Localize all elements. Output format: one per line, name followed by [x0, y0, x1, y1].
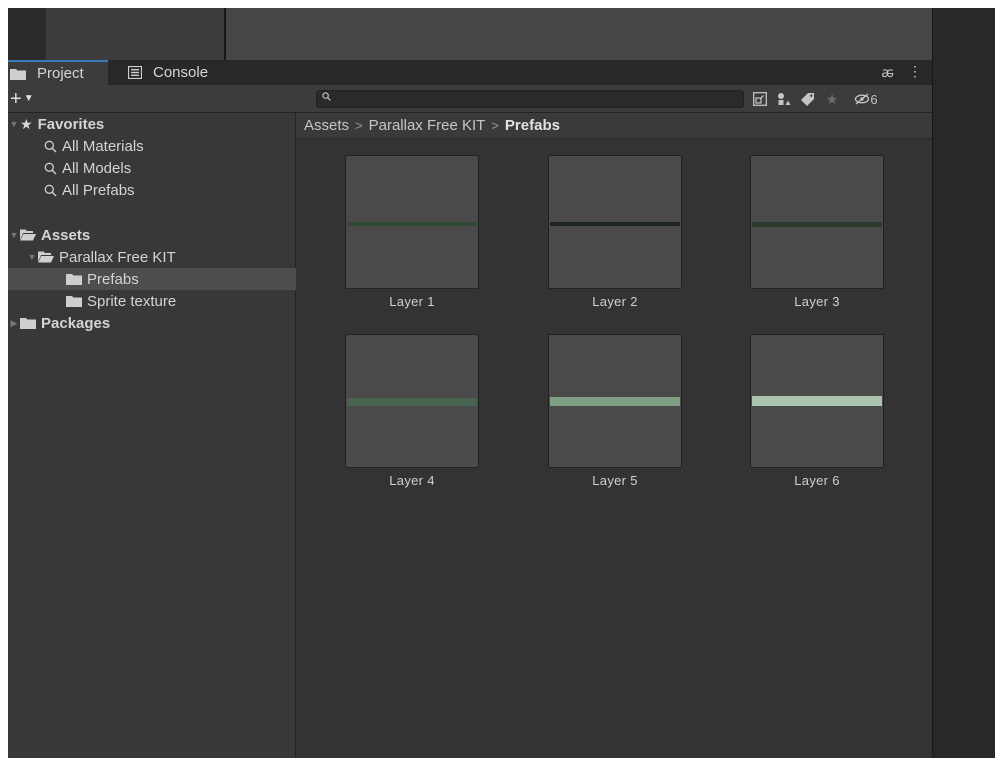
folder-icon [66, 295, 82, 307]
asset-tile-layer-1[interactable]: Layer 1 [345, 155, 479, 309]
search-icon [44, 140, 57, 153]
kebab-menu-icon[interactable]: ⋮ [908, 63, 922, 82]
layer-preview-strip [550, 222, 680, 226]
tree-item-label: Packages [41, 314, 111, 332]
asset-label: Layer 2 [592, 294, 638, 309]
asset-thumbnail [345, 155, 479, 289]
tree-item-label: Parallax Free KIT [59, 248, 176, 266]
folder-icon [10, 68, 26, 80]
create-asset-button[interactable]: + ▼ [10, 88, 34, 110]
breadcrumb: Assets > Parallax Free KIT > Prefabs [296, 113, 932, 139]
asset-label: Layer 5 [592, 473, 638, 488]
asset-tile-layer-3[interactable]: Layer 3 [750, 155, 884, 309]
asset-tile-layer-6[interactable]: Layer 6 [750, 334, 884, 488]
expand-arrow-icon[interactable]: ▼ [8, 230, 20, 240]
expand-arrow-icon[interactable]: ▶ [8, 318, 20, 329]
asset-label: Layer 6 [794, 473, 840, 488]
chevron-right-icon: > [491, 118, 499, 133]
star-icon: ★ [825, 90, 839, 107]
asset-thumbnail [750, 155, 884, 289]
plus-icon: + [10, 88, 22, 110]
top-hierarchy-pane [46, 8, 224, 60]
tab-project[interactable]: Project [8, 60, 108, 85]
open-folder-icon [38, 251, 54, 263]
asset-label: Layer 1 [389, 294, 435, 309]
folder-icon [20, 317, 36, 329]
layer-preview-strip [752, 396, 882, 406]
editor-frame: Project Console ꬱ ⋮ + ▼ ★ 6 ▼ ★ Favorite… [8, 8, 995, 758]
search-scope-icon [753, 92, 767, 106]
favorites-filter-button[interactable]: ★ [820, 89, 844, 109]
filter-by-type-button[interactable] [772, 89, 796, 109]
tree-item-label: All Prefabs [62, 181, 135, 199]
inspector-pane [932, 8, 995, 758]
asset-browser: Assets > Parallax Free KIT > Prefabs Lay… [296, 113, 932, 758]
asset-thumbnail [345, 334, 479, 468]
chevron-right-icon: > [355, 118, 363, 133]
asset-thumbnail [548, 334, 682, 468]
expand-arrow-icon[interactable]: ▼ [26, 252, 38, 262]
tab-console[interactable]: Console [120, 60, 230, 85]
scene-view-pane[interactable] [226, 8, 932, 60]
tree-item-label: Prefabs [87, 270, 139, 288]
search-icon [44, 162, 57, 175]
shapes-icon [778, 93, 791, 105]
tree-item-all-prefabs[interactable]: All Prefabs [8, 179, 331, 201]
asset-tile-layer-2[interactable]: Layer 2 [548, 155, 682, 309]
breadcrumb-item[interactable]: Assets [304, 117, 349, 134]
tree-item-label: Favorites [37, 115, 105, 133]
tree-item-assets[interactable]: ▼ Assets [8, 224, 295, 246]
tree-item-parallax-free-kit[interactable]: ▼ Parallax Free KIT [8, 246, 313, 268]
search-icon [322, 92, 331, 104]
breadcrumb-item[interactable]: Parallax Free KIT [369, 117, 486, 134]
toolbar-filters: ★ 6 [748, 89, 888, 109]
tab-label: Console [153, 64, 209, 81]
tab-label: Project [37, 65, 84, 82]
project-panel: Project Console ꬱ ⋮ + ▼ ★ 6 ▼ ★ Favorite… [8, 60, 932, 758]
search-icon [44, 184, 57, 197]
asset-thumbnail [750, 334, 884, 468]
tree-item-label: Assets [41, 226, 91, 244]
chevron-down-icon: ▼ [23, 93, 34, 104]
top-left-pane [8, 8, 46, 60]
layer-preview-strip [347, 398, 477, 406]
asset-label: Layer 3 [794, 294, 840, 309]
tab-bar: Project Console ꬱ ⋮ [8, 60, 932, 85]
tree-item-label: All Materials [62, 137, 144, 155]
asset-thumbnail [548, 155, 682, 289]
eye-slash-icon [855, 93, 870, 105]
layer-preview-strip [550, 397, 680, 406]
hidden-packages-toggle[interactable]: 6 [844, 89, 888, 109]
folder-tree: ▼ ★ Favorites All Materials All Models A… [8, 113, 353, 758]
console-icon [128, 66, 142, 79]
tag-icon [801, 93, 814, 106]
tree-item-label: All Models [62, 159, 132, 177]
asset-tile-layer-4[interactable]: Layer 4 [345, 334, 479, 488]
tree-item-all-models[interactable]: All Models [8, 157, 331, 179]
tree-item-favorites[interactable]: ▼ ★ Favorites [8, 113, 295, 135]
search-input[interactable] [335, 91, 735, 107]
search-scope-button[interactable] [748, 89, 772, 109]
breadcrumb-current[interactable]: Prefabs [505, 117, 560, 134]
open-folder-icon [20, 229, 36, 241]
layer-preview-strip [347, 222, 477, 226]
search-box[interactable] [316, 90, 744, 108]
asset-tile-layer-5[interactable]: Layer 5 [548, 334, 682, 488]
lock-icon[interactable]: ꬱ [881, 63, 894, 82]
layer-preview-strip [752, 222, 882, 227]
filter-by-label-button[interactable] [796, 89, 820, 109]
hidden-count: 6 [870, 91, 878, 107]
project-toolbar: + ▼ ★ 6 [8, 85, 932, 113]
expand-arrow-icon[interactable]: ▼ [8, 119, 20, 129]
folder-icon [66, 273, 82, 285]
tree-item-packages[interactable]: ▶ Packages [8, 312, 295, 334]
tree-item-all-materials[interactable]: All Materials [8, 135, 331, 157]
star-icon: ★ [20, 115, 33, 132]
tab-actions: ꬱ ⋮ [881, 63, 922, 82]
asset-label: Layer 4 [389, 473, 435, 488]
tree-item-label: Sprite texture [87, 292, 177, 310]
